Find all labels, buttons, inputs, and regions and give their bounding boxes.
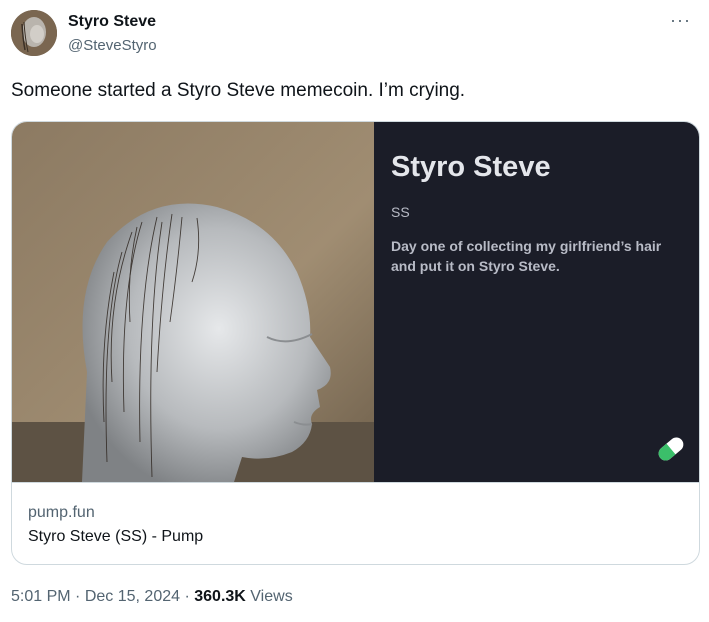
tweet-date[interactable]: Dec 15, 2024 bbox=[85, 588, 180, 605]
views-label: Views bbox=[250, 588, 293, 605]
card-domain: pump.fun bbox=[28, 504, 95, 521]
card-image bbox=[12, 122, 374, 482]
tweet-time[interactable]: 5:01 PM bbox=[11, 588, 71, 605]
card-footer[interactable]: pump.fun Styro Steve (SS) - Pump bbox=[12, 482, 699, 564]
tweet-meta: 5:01 PM · Dec 15, 2024 · 360.3K Views bbox=[11, 588, 293, 606]
card-link-title: Styro Steve (SS) - Pump bbox=[28, 528, 204, 545]
card-info-panel: Styro Steve SS Day one of collecting my … bbox=[374, 122, 699, 482]
tweet-text: Someone started a Styro Steve memecoin. … bbox=[11, 80, 466, 101]
link-card[interactable]: Styro Steve SS Day one of collecting my … bbox=[11, 121, 700, 565]
more-options-icon[interactable]: ··· bbox=[670, 10, 691, 31]
author-block: Styro Steve @SteveStyro bbox=[68, 12, 157, 56]
meta-separator-2: · bbox=[184, 588, 190, 605]
avatar[interactable] bbox=[11, 10, 57, 56]
card-coin-ticker: SS bbox=[391, 204, 410, 220]
card-coin-title: Styro Steve bbox=[391, 151, 551, 183]
author-handle[interactable]: @SteveStyro bbox=[68, 36, 157, 56]
views-count: 360.3K bbox=[194, 588, 246, 605]
author-name[interactable]: Styro Steve bbox=[68, 12, 157, 32]
pill-icon bbox=[658, 437, 684, 461]
meta-separator: · bbox=[75, 588, 81, 605]
card-coin-description: Day one of collecting my girlfriend’s ha… bbox=[391, 238, 662, 274]
